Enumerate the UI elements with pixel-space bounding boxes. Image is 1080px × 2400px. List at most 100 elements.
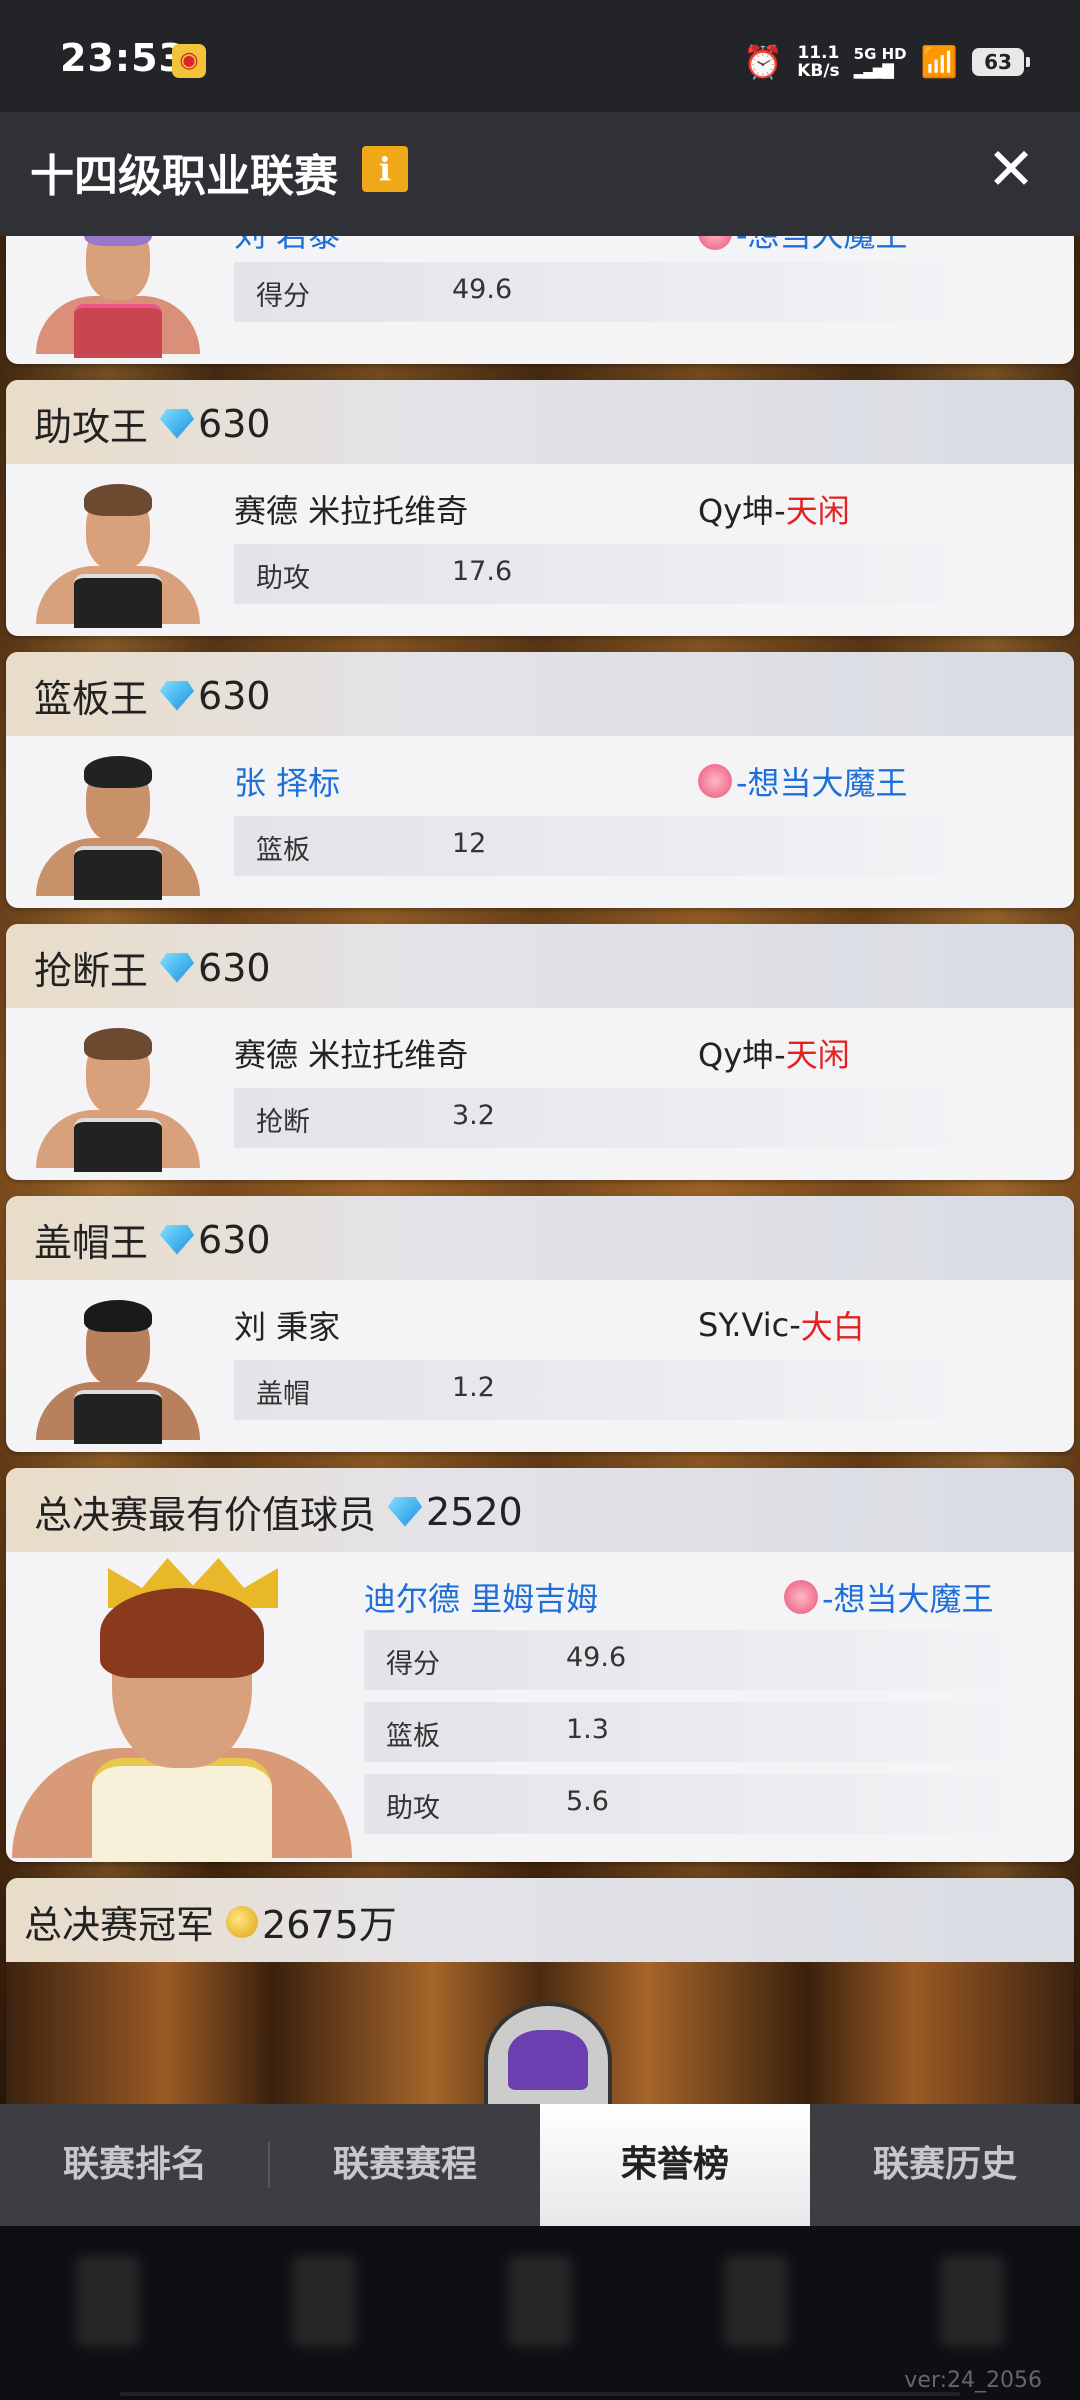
stat-label: 助攻 bbox=[386, 1793, 440, 1824]
stat-row: 助攻 17.6 bbox=[234, 544, 994, 604]
tab-label: 联赛赛程 bbox=[332, 2144, 477, 2185]
stat-label: 篮板 bbox=[386, 1721, 440, 1752]
stat-row: 得分 49.6 bbox=[234, 262, 994, 322]
speed-value: 11.1 bbox=[797, 43, 840, 63]
blurred-nav-item bbox=[724, 2256, 788, 2346]
award-title: 抢断王 bbox=[34, 949, 149, 993]
award-card-champion: 总决赛冠军 2675万 bbox=[6, 1878, 1074, 2104]
blurred-nav-item bbox=[292, 2256, 356, 2346]
honor-list[interactable]: 刘 若泰 -想当大魔王 得分 49.6 助攻王 630 赛德 米拉托维奇 Qy坤… bbox=[0, 236, 1080, 2104]
page-title: 十四级职业联赛 bbox=[30, 151, 338, 202]
award-reward: 2675万 bbox=[262, 1903, 397, 1947]
stat-label: 盖帽 bbox=[256, 1379, 310, 1410]
award-reward: 2520 bbox=[426, 1489, 523, 1534]
tab-league-ranking[interactable]: 联赛排名 bbox=[0, 2104, 270, 2226]
stat-row: 得分 49.6 bbox=[364, 1630, 1044, 1690]
tab-league-history[interactable]: 联赛历史 bbox=[810, 2104, 1080, 2226]
award-card-finals-mvp: 总决赛最有价值球员 2520 迪尔德 里姆吉姆 -想当大魔王 得分 49.6 篮… bbox=[6, 1468, 1074, 1862]
blurred-nav bbox=[0, 2226, 1080, 2376]
diamond-icon bbox=[388, 1496, 423, 1527]
stat-value: 12 bbox=[452, 828, 487, 859]
player-name[interactable]: 赛德 米拉托维奇 bbox=[234, 486, 468, 532]
blurred-nav-item bbox=[76, 2256, 140, 2346]
team-name[interactable]: Qy坤- 天闲 bbox=[698, 1030, 850, 1076]
team-label: 天闲 bbox=[785, 1036, 850, 1074]
diamond-icon bbox=[160, 680, 195, 711]
team-flower-icon bbox=[698, 236, 732, 250]
player-avatar bbox=[36, 756, 200, 900]
app-header: 十四级职业联赛 bbox=[0, 112, 1080, 236]
card-header: 盖帽王 630 bbox=[6, 1196, 1074, 1280]
coin-icon bbox=[226, 1905, 259, 1938]
team-name[interactable]: -想当大魔王 bbox=[698, 236, 908, 256]
award-card-blocks: 盖帽王 630 刘 秉家 SY.Vic- 大白 盖帽 1.2 bbox=[6, 1196, 1074, 1452]
wifi-icon: 📶 bbox=[920, 44, 958, 80]
network-speed: 11.1 KB/s bbox=[797, 44, 839, 80]
team-flower-icon bbox=[698, 764, 732, 798]
team-logo-icon[interactable] bbox=[484, 2002, 612, 2104]
stat-label: 抢断 bbox=[256, 1107, 310, 1138]
team-name[interactable]: Qy坤- 天闲 bbox=[698, 486, 850, 532]
team-prefix: Qy坤- bbox=[698, 492, 786, 530]
mvp-avatar bbox=[12, 1558, 352, 1862]
player-name[interactable]: 张 择标 bbox=[234, 758, 340, 804]
close-button[interactable]: ✕ bbox=[980, 138, 1042, 200]
stat-row: 盖帽 1.2 bbox=[234, 1360, 994, 1420]
award-card-assists: 助攻王 630 赛德 米拉托维奇 Qy坤- 天闲 助攻 17.6 bbox=[6, 380, 1074, 636]
tab-label: 荣誉榜 bbox=[620, 2144, 729, 2185]
network-label: 5G HD bbox=[853, 45, 907, 63]
tab-league-schedule[interactable]: 联赛赛程 bbox=[270, 2104, 540, 2226]
team-name[interactable]: -想当大魔王 bbox=[784, 1574, 994, 1620]
card-title: 篮板王 630 bbox=[34, 668, 271, 723]
speed-unit: KB/s bbox=[797, 61, 840, 81]
battery-icon: 63 bbox=[972, 48, 1030, 76]
card-header: 篮板王 630 bbox=[6, 652, 1074, 736]
stat-row: 篮板 1.3 bbox=[364, 1702, 1044, 1762]
stat-label: 助攻 bbox=[256, 563, 310, 594]
card-header: 助攻王 630 bbox=[6, 380, 1074, 464]
card-header: 总决赛最有价值球员 2520 bbox=[6, 1468, 1074, 1552]
tab-label: 联赛排名 bbox=[62, 2144, 207, 2185]
card-title: 总决赛最有价值球员 2520 bbox=[34, 1484, 523, 1539]
blurred-nav-item bbox=[940, 2256, 1004, 2346]
team-name[interactable]: -想当大魔王 bbox=[698, 758, 908, 804]
award-reward: 630 bbox=[198, 401, 271, 446]
stat-value: 49.6 bbox=[452, 274, 513, 305]
tab-label: 联赛历史 bbox=[872, 2144, 1017, 2185]
weibo-icon: ◉ bbox=[172, 44, 206, 78]
award-card-rebounds: 篮板王 630 张 择标 -想当大魔王 篮板 12 bbox=[6, 652, 1074, 908]
stat-row: 篮板 12 bbox=[234, 816, 994, 876]
version-label: ver:24_2056 bbox=[904, 2368, 1042, 2393]
diamond-icon bbox=[160, 952, 195, 983]
award-reward: 630 bbox=[198, 945, 271, 990]
team-flower-icon bbox=[784, 1580, 818, 1614]
stat-label: 得分 bbox=[256, 281, 310, 312]
alarm-icon: ⏰ bbox=[743, 43, 784, 81]
stat-value: 1.2 bbox=[452, 1372, 495, 1403]
player-avatar bbox=[36, 236, 200, 358]
status-indicators: ⏰ 11.1 KB/s 5G HD ▂▃▅▇ 📶 63 bbox=[743, 40, 1030, 84]
team-label: 大白 bbox=[800, 1308, 865, 1346]
stat-value: 1.3 bbox=[566, 1714, 609, 1745]
player-name[interactable]: 刘 若泰 bbox=[234, 236, 340, 256]
signal-icon: ▂▃▅▇ bbox=[853, 61, 894, 79]
info-icon[interactable]: i bbox=[362, 146, 408, 192]
player-name[interactable]: 迪尔德 里姆吉姆 bbox=[364, 1574, 598, 1620]
player-avatar bbox=[36, 1028, 200, 1172]
tab-honor-roll[interactable]: 荣誉榜 bbox=[540, 2104, 810, 2226]
award-card-steals: 抢断王 630 赛德 米拉托维奇 Qy坤- 天闲 抢断 3.2 bbox=[6, 924, 1074, 1180]
card-title: 抢断王 630 bbox=[34, 940, 271, 995]
award-title: 助攻王 bbox=[34, 405, 149, 449]
team-label: -想当大魔王 bbox=[736, 236, 908, 256]
card-header: 总决赛冠军 2675万 bbox=[6, 1878, 1074, 1962]
player-name[interactable]: 刘 秉家 bbox=[234, 1302, 340, 1348]
blurred-nav-item bbox=[508, 2256, 572, 2346]
status-time: 23:53 bbox=[60, 36, 186, 80]
award-title: 篮板王 bbox=[34, 677, 149, 721]
team-label: -想当大魔王 bbox=[822, 1580, 994, 1618]
gesture-bar bbox=[120, 2392, 960, 2396]
team-name[interactable]: SY.Vic- 大白 bbox=[698, 1302, 865, 1348]
stat-value: 17.6 bbox=[452, 556, 513, 587]
award-title: 盖帽王 bbox=[34, 1221, 149, 1265]
player-name[interactable]: 赛德 米拉托维奇 bbox=[234, 1030, 468, 1076]
